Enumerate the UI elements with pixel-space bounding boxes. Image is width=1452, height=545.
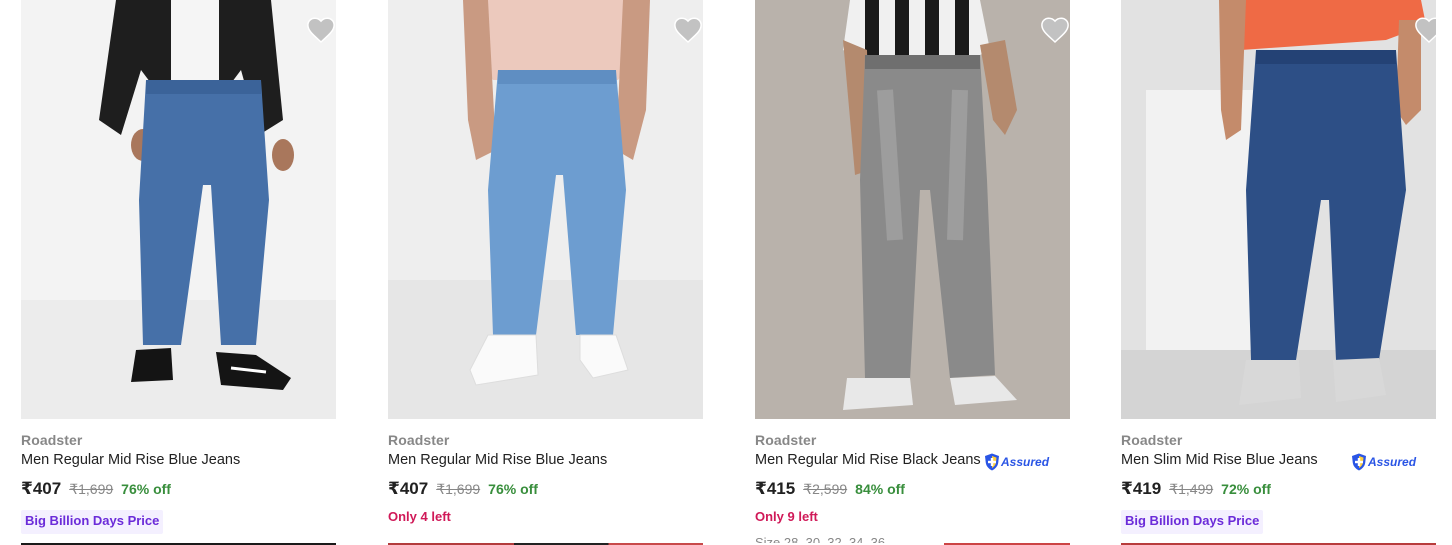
product-brand: Roadster <box>21 432 83 448</box>
product-brand: Roadster <box>388 432 450 448</box>
shield-plus-icon <box>985 453 999 471</box>
offer-badge: Big Billion Days Price <box>21 510 164 534</box>
jeans-photo-icon <box>755 0 1070 419</box>
wishlist-heart-icon[interactable] <box>1414 14 1436 44</box>
wishlist-heart-icon[interactable] <box>306 14 336 44</box>
selling-price: ₹407 <box>21 479 62 498</box>
discount-percent: 84% off <box>855 481 905 497</box>
product-card[interactable]: Roadster Men Regular Mid Rise Blue Jeans… <box>21 0 336 545</box>
product-card[interactable]: Roadster Men Regular Mid Rise Blue Jeans… <box>388 0 703 545</box>
discount-percent: 76% off <box>121 481 171 497</box>
jeans-photo-icon <box>1121 0 1436 419</box>
jeans-photo-icon <box>388 0 703 419</box>
original-price: ₹2,599 <box>803 481 848 497</box>
selling-price: ₹407 <box>388 479 429 498</box>
product-brand: Roadster <box>755 432 817 448</box>
wishlist-heart-icon[interactable] <box>1040 14 1070 44</box>
product-image[interactable] <box>21 0 336 419</box>
stock-note: Only 4 left <box>388 509 451 524</box>
price-row: ₹407 ₹1,699 76% off <box>388 479 538 499</box>
selling-price: ₹419 <box>1121 479 1162 498</box>
assured-label: Assured <box>1001 455 1050 469</box>
original-price: ₹1,699 <box>436 481 481 497</box>
product-card[interactable]: Roadster Men Regular Mid Rise Black Jean… <box>755 0 1070 545</box>
product-grid: Roadster Men Regular Mid Rise Blue Jeans… <box>0 0 1452 545</box>
product-brand: Roadster <box>1121 432 1183 448</box>
price-row: ₹415 ₹2,599 84% off <box>755 479 905 499</box>
shield-plus-icon <box>1352 453 1366 471</box>
product-card[interactable]: Roadster Men Slim Mid Rise Blue Jeans As… <box>1121 0 1436 545</box>
product-image[interactable] <box>1121 0 1436 419</box>
original-price: ₹1,699 <box>69 481 114 497</box>
product-image[interactable] <box>755 0 1070 419</box>
product-title[interactable]: Men Regular Mid Rise Blue Jeans <box>388 452 607 468</box>
product-title[interactable]: Men Regular Mid Rise Black Jeans <box>755 452 981 468</box>
assured-label: Assured <box>1368 455 1417 469</box>
original-price: ₹1,499 <box>1169 481 1214 497</box>
assured-badge: Assured <box>1351 452 1416 472</box>
selling-price: ₹415 <box>755 479 796 498</box>
price-row: ₹407 ₹1,699 76% off <box>21 479 171 499</box>
stock-note: Only 9 left <box>755 509 818 524</box>
product-title[interactable]: Men Slim Mid Rise Blue Jeans <box>1121 452 1318 468</box>
price-row: ₹419 ₹1,499 72% off <box>1121 479 1271 499</box>
discount-percent: 76% off <box>488 481 538 497</box>
wishlist-heart-icon[interactable] <box>673 14 703 44</box>
product-title[interactable]: Men Regular Mid Rise Blue Jeans <box>21 452 240 468</box>
offer-badge: Big Billion Days Price <box>1121 510 1264 534</box>
jeans-photo-icon <box>21 0 336 419</box>
assured-badge: Assured <box>984 452 1049 472</box>
discount-percent: 72% off <box>1221 481 1271 497</box>
product-image[interactable] <box>388 0 703 419</box>
